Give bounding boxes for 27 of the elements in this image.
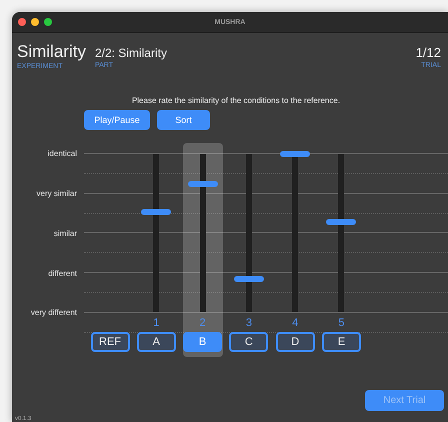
slider-thumb[interactable] xyxy=(234,276,264,282)
slider-thumb[interactable] xyxy=(141,209,172,216)
minimize-icon[interactable] xyxy=(31,18,39,26)
zoom-icon[interactable] xyxy=(44,18,52,26)
scale-label: very different xyxy=(30,308,77,318)
condition-number: 2 xyxy=(200,316,206,330)
slider-thumb[interactable] xyxy=(326,218,356,225)
trial-value: 1/12 xyxy=(416,44,441,61)
scale-label: identical xyxy=(46,149,77,158)
condition-button[interactable]: A xyxy=(136,332,176,352)
condition-button[interactable]: D xyxy=(276,332,315,352)
condition-button[interactable]: C xyxy=(229,332,268,352)
scale-label: different xyxy=(47,268,77,278)
condition-number: 1 xyxy=(153,316,160,330)
close-icon[interactable] xyxy=(18,18,26,26)
instruction-text: Please rate the similarity of the conditions to the reference. xyxy=(130,96,342,106)
condition-button[interactable]: E xyxy=(322,332,361,352)
part-value: 2/2: Similarity xyxy=(94,45,167,61)
scale-label: very similar xyxy=(36,189,77,198)
condition-number: 3 xyxy=(246,316,252,330)
experiment-value: Similarity xyxy=(17,42,86,62)
condition-number: 5 xyxy=(338,316,345,330)
slider-thumb[interactable] xyxy=(280,151,310,157)
slider-thumb[interactable] xyxy=(188,181,218,188)
reference-button[interactable]: REF xyxy=(90,332,130,352)
condition-number: 4 xyxy=(292,316,298,330)
scale-label: similar xyxy=(52,228,77,238)
